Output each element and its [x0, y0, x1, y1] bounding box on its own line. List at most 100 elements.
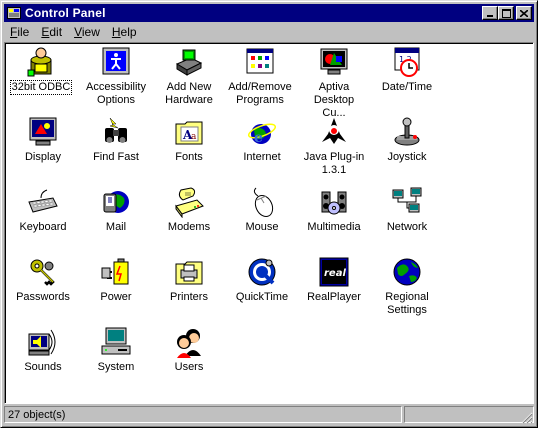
mail-icon	[103, 191, 129, 213]
item-label: System	[97, 361, 135, 373]
item-label: Display	[24, 151, 62, 163]
item-label: Printers	[170, 291, 208, 303]
menu-help-label: Help	[111, 25, 137, 39]
item-realplayer[interactable]: real RealPlayer	[299, 256, 369, 304]
window-title: Control Panel	[25, 6, 106, 20]
item-label: Add New Hardware	[165, 81, 213, 106]
menu-edit-label: Edit	[41, 25, 63, 39]
odbc-icon	[27, 47, 52, 77]
item-quicktime[interactable]: QuickTime	[227, 256, 297, 304]
resize-grip-icon[interactable]	[521, 412, 533, 424]
item-label: Power	[100, 291, 132, 303]
maximize-button[interactable]	[498, 6, 514, 20]
item-label: Users	[174, 361, 204, 373]
item-label: Accessibility Options	[86, 81, 146, 106]
item-users[interactable]: Users	[154, 326, 224, 374]
item-display[interactable]: Display	[8, 116, 78, 164]
item-label: Joystick	[387, 151, 427, 163]
item-system[interactable]: System	[81, 326, 151, 374]
add-remove-programs-icon	[246, 48, 274, 74]
item-power[interactable]: Power	[81, 256, 151, 304]
passwords-icon	[30, 259, 55, 286]
svg-text:real: real	[324, 268, 346, 279]
item-modems[interactable]: Modems	[154, 186, 224, 234]
minimize-button[interactable]	[482, 6, 498, 20]
item-label: QuickTime	[235, 291, 289, 303]
quicktime-icon	[248, 258, 276, 286]
menu-bar: File Edit View Help	[4, 23, 534, 41]
modem-icon	[175, 187, 204, 218]
item-label: Passwords	[16, 291, 70, 303]
item-find-fast[interactable]: Find Fast	[81, 116, 151, 164]
item-multimedia[interactable]: Multimedia	[299, 186, 369, 234]
item-label: Mouse	[245, 221, 279, 233]
status-object-count: 27 object(s)	[4, 406, 402, 423]
control-panel-icon[interactable]	[7, 6, 21, 20]
status-bar: 27 object(s)	[4, 406, 534, 425]
title-bar[interactable]: Control Panel	[4, 4, 534, 22]
menu-edit[interactable]: Edit	[35, 24, 68, 40]
joystick-icon	[394, 117, 420, 146]
icon-view[interactable]: 32bit ODBC Accessibility Options Add New…	[4, 42, 534, 404]
item-label: Find Fast	[93, 151, 139, 163]
power-icon	[101, 258, 129, 285]
regional-settings-icon	[393, 258, 421, 286]
item-label: Regional Settings	[385, 291, 429, 316]
date-time-icon: 1 2	[394, 47, 420, 77]
item-label: Network	[386, 221, 428, 233]
svg-text:a: a	[191, 132, 197, 142]
add-hardware-icon	[175, 49, 203, 76]
item-mail[interactable]: Mail	[81, 186, 151, 234]
maximize-icon	[501, 8, 511, 18]
item-label: Multimedia	[307, 221, 361, 233]
item-internet[interactable]: e Internet	[227, 116, 297, 164]
system-icon	[101, 327, 131, 355]
minimize-icon	[487, 15, 493, 17]
item-32bit-odbc[interactable]: 32bit ODBC	[6, 46, 76, 95]
control-panel-window: Control Panel File Edit View Help 32bit …	[0, 0, 538, 428]
item-label: Internet	[243, 151, 281, 163]
item-sounds[interactable]: Sounds	[8, 326, 78, 374]
close-icon	[520, 9, 528, 17]
find-fast-icon	[105, 117, 127, 143]
item-keyboard[interactable]: Keyboard	[8, 186, 78, 234]
item-label: Fonts	[175, 151, 203, 163]
item-accessibility-options[interactable]: Accessibility Options	[81, 46, 151, 107]
item-date-time[interactable]: 1 2 Date/Time	[372, 46, 442, 94]
java-icon	[322, 118, 346, 144]
internet-icon: e	[247, 123, 277, 146]
item-add-new-hardware[interactable]: Add New Hardware	[154, 46, 224, 107]
item-label: RealPlayer	[307, 291, 361, 303]
item-label: Aptiva Desktop Cu...	[313, 81, 355, 119]
multimedia-icon	[321, 191, 347, 215]
item-passwords[interactable]: Passwords	[8, 256, 78, 304]
users-icon	[177, 329, 201, 358]
menu-view[interactable]: View	[68, 24, 106, 40]
item-printers[interactable]: Printers	[154, 256, 224, 304]
item-aptiva-desktop[interactable]: Aptiva Desktop Cu...	[299, 46, 369, 120]
menu-view-label: View	[74, 25, 100, 39]
close-button[interactable]	[516, 6, 532, 20]
item-label: Sounds	[24, 361, 62, 373]
item-add-remove-programs[interactable]: Add/Remove Programs	[225, 46, 295, 107]
item-network[interactable]: Network	[372, 186, 442, 234]
item-java-plugin[interactable]: Java Plug-in 1.3.1	[299, 116, 369, 177]
item-label: Java Plug-in 1.3.1	[303, 151, 365, 176]
menu-file-label: File	[10, 25, 30, 39]
sounds-icon	[28, 329, 56, 356]
item-joystick[interactable]: Joystick	[372, 116, 442, 164]
accessibility-icon	[102, 47, 130, 75]
mouse-icon	[253, 187, 274, 218]
aptiva-icon	[320, 48, 348, 75]
item-label: Modems	[167, 221, 211, 233]
item-label: Mail	[105, 221, 127, 233]
network-icon	[392, 187, 422, 213]
svg-text:e: e	[254, 130, 263, 146]
item-label: Add/Remove Programs	[228, 81, 292, 106]
item-mouse[interactable]: Mouse	[227, 186, 297, 234]
menu-file[interactable]: File	[4, 24, 35, 40]
item-fonts[interactable]: A a Fonts	[154, 116, 224, 164]
menu-help[interactable]: Help	[106, 24, 143, 40]
item-regional-settings[interactable]: Regional Settings	[372, 256, 442, 317]
status-pane-right	[404, 406, 534, 423]
